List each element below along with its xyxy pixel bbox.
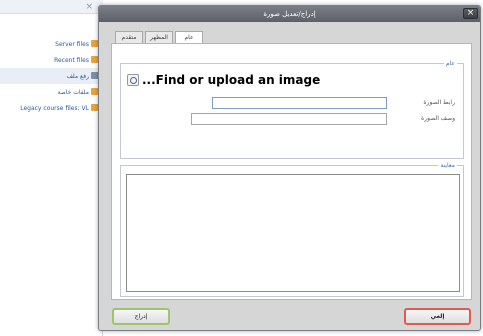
insert-button[interactable]: إدراج (112, 308, 170, 325)
general-legend: عام (443, 60, 457, 67)
close-button[interactable]: × (463, 8, 478, 19)
source-item-upload[interactable]: رفع ملف (0, 68, 103, 84)
source-item-server-files[interactable]: Server files (0, 36, 103, 52)
source-item-label: ملفات خاصة (57, 88, 89, 96)
background-close-icon[interactable]: × (85, 0, 93, 14)
screen: × Server files Recent files رفع ملف ملفا… (0, 0, 483, 336)
source-item-label: رفع ملف (66, 72, 89, 80)
image-url-input[interactable] (212, 97, 387, 109)
tab-appearance[interactable]: المظهر (145, 31, 173, 43)
source-item-private-files[interactable]: ملفات خاصة (0, 84, 103, 100)
preview-fieldset: معاينة (120, 162, 464, 297)
dialog-title: إدراج/تعديل صورة (263, 10, 316, 18)
insert-image-dialog: إدراج/تعديل صورة × متقدم المظهر عام عام … (98, 5, 481, 331)
source-item-label: Server files (55, 40, 89, 48)
image-preview-area (126, 174, 460, 292)
source-item-label: Legacy course files: VL (20, 104, 89, 112)
file-source-list: Server files Recent files رفع ملف ملفات … (0, 36, 103, 116)
dialog-titlebar[interactable]: إدراج/تعديل صورة × (99, 6, 480, 22)
browse-image-icon[interactable] (127, 74, 139, 86)
general-fieldset: عام ...Find or upload an image رابط الصو… (120, 60, 464, 159)
find-upload-row[interactable]: ...Find or upload an image (127, 73, 320, 87)
image-description-label: وصف الصورة (421, 115, 455, 122)
image-description-input[interactable] (191, 113, 387, 125)
source-item-legacy-files[interactable]: Legacy course files: VL (0, 100, 103, 116)
background-panel-header: × (0, 0, 103, 14)
find-upload-link[interactable]: ...Find or upload an image (142, 73, 320, 87)
source-item-label: Recent files (54, 56, 89, 64)
source-item-recent-files[interactable]: Recent files (0, 52, 103, 68)
preview-legend: معاينة (438, 162, 457, 169)
tab-content-general: عام ...Find or upload an image رابط الصو… (111, 43, 472, 300)
tab-advanced[interactable]: متقدم (115, 31, 143, 43)
cancel-button[interactable]: إلغي (404, 308, 471, 325)
image-url-label: رابط الصورة (423, 99, 455, 106)
background-file-panel: Server files Recent files رفع ملف ملفات … (0, 14, 103, 336)
